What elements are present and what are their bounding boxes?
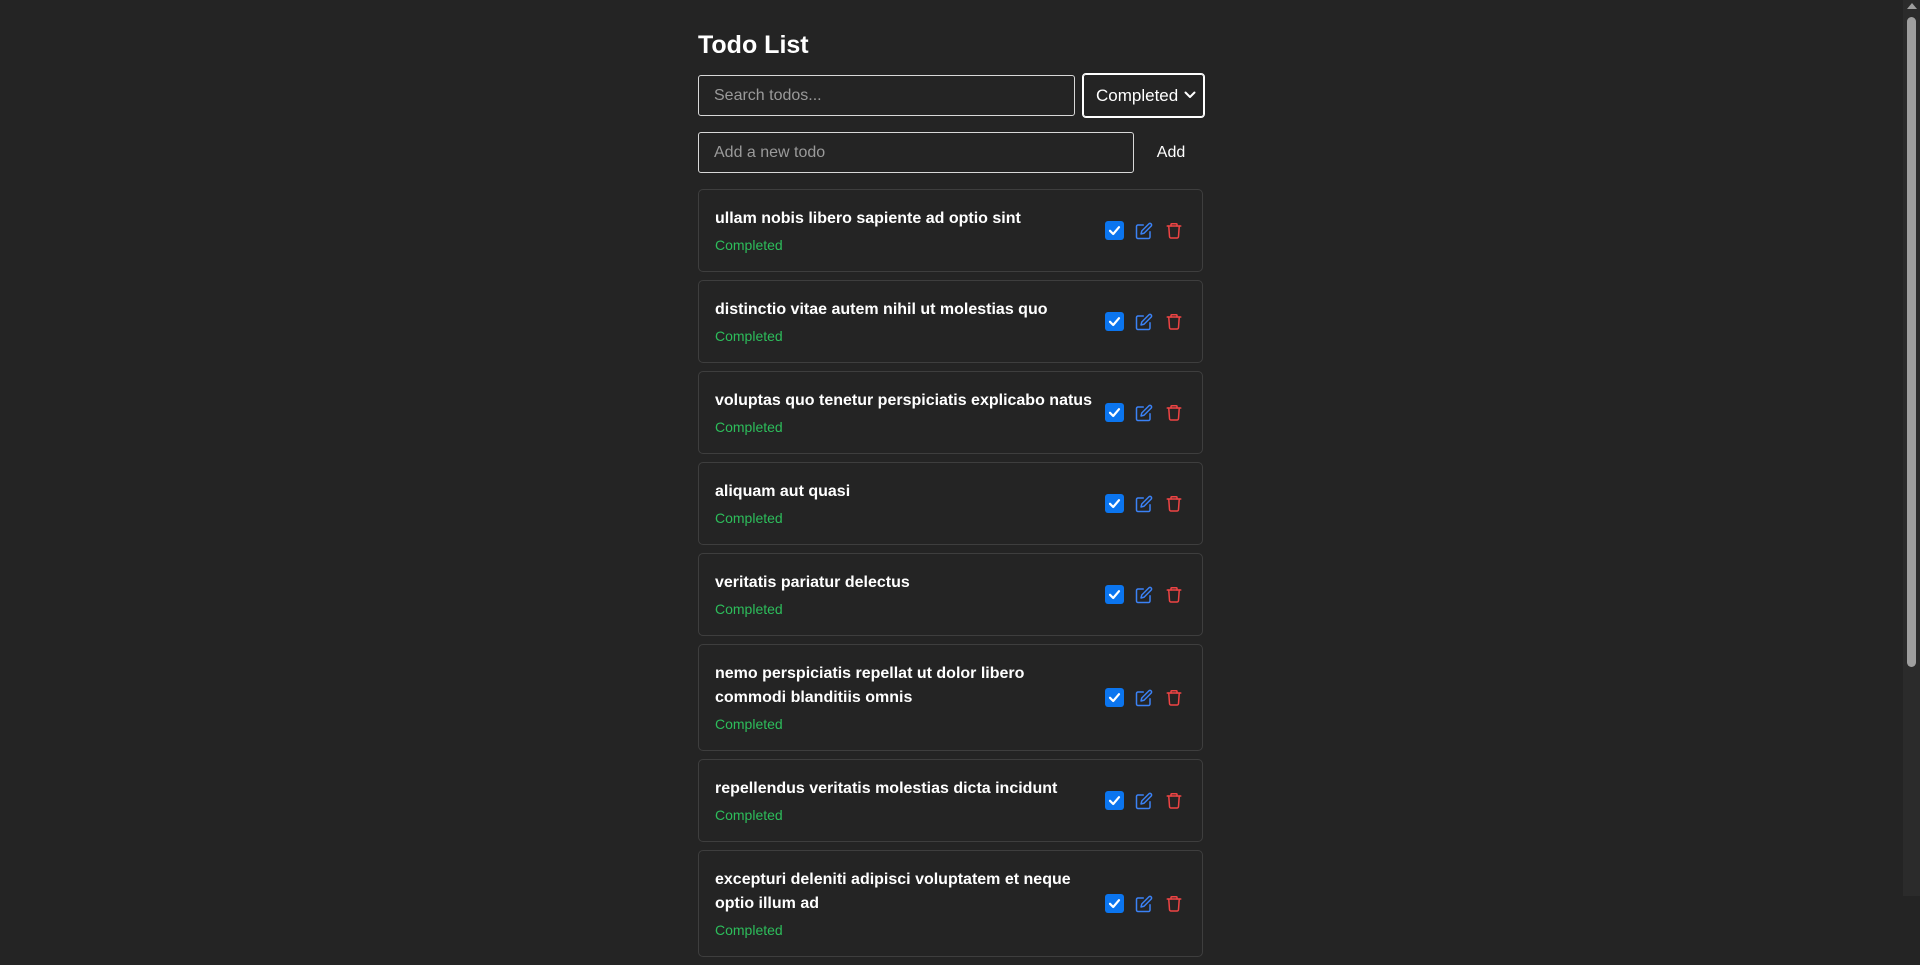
add-button[interactable]: Add [1143, 132, 1199, 173]
todo-list: ullam nobis libero sapiente ad optio sin… [698, 189, 1203, 965]
trash-icon[interactable] [1164, 894, 1184, 914]
todo-text: excepturi deleniti adipisci voluptatem e… [715, 868, 1095, 939]
todo-status: Completed [715, 510, 783, 526]
todo-title: nemo perspiciatis repellat ut dolor libe… [715, 665, 1025, 706]
todo-status: Completed [715, 716, 783, 732]
search-input[interactable] [698, 75, 1075, 116]
todo-text: veritatis pariatur delectus Completed [715, 571, 1095, 618]
todo-item: repellendus veritatis molestias dicta in… [698, 759, 1203, 842]
edit-icon[interactable] [1134, 494, 1154, 514]
todo-text: nemo perspiciatis repellat ut dolor libe… [715, 662, 1095, 733]
todo-title: voluptas quo tenetur perspiciatis explic… [715, 392, 1092, 409]
edit-icon[interactable] [1134, 403, 1154, 423]
todo-title: ullam nobis libero sapiente ad optio sin… [715, 210, 1021, 227]
todo-title: excepturi deleniti adipisci voluptatem e… [715, 871, 1071, 912]
todo-text: voluptas quo tenetur perspiciatis explic… [715, 389, 1095, 436]
todo-actions [1105, 494, 1184, 514]
todo-status: Completed [715, 807, 783, 823]
scrollbar-thumb[interactable] [1907, 17, 1916, 667]
todo-status: Completed [715, 601, 783, 617]
trash-icon[interactable] [1164, 403, 1184, 423]
todo-actions [1105, 585, 1184, 605]
todo-title: aliquam aut quasi [715, 483, 851, 500]
todo-actions [1105, 894, 1184, 914]
todo-text: distinctio vitae autem nihil ut molestia… [715, 298, 1095, 345]
filter-selected-value: Completed [1096, 85, 1179, 105]
todo-status: Completed [715, 419, 783, 435]
trash-icon[interactable] [1164, 312, 1184, 332]
scroll-up-arrow-icon[interactable] [1907, 3, 1917, 9]
todo-checkbox[interactable] [1105, 585, 1124, 604]
edit-icon[interactable] [1134, 791, 1154, 811]
todo-status: Completed [715, 237, 783, 253]
todo-item: ullam nobis libero sapiente ad optio sin… [698, 189, 1203, 272]
chevron-down-icon [1184, 91, 1196, 98]
todo-checkbox[interactable] [1105, 403, 1124, 422]
todo-item: aliquam aut quasi Completed [698, 462, 1203, 545]
todo-checkbox[interactable] [1105, 494, 1124, 513]
todo-text: ullam nobis libero sapiente ad optio sin… [715, 207, 1095, 254]
trash-icon[interactable] [1164, 688, 1184, 708]
edit-icon[interactable] [1134, 221, 1154, 241]
todo-status: Completed [715, 328, 783, 344]
todo-item: excepturi deleniti adipisci voluptatem e… [698, 850, 1203, 957]
trash-icon[interactable] [1164, 791, 1184, 811]
todo-text: repellendus veritatis molestias dicta in… [715, 777, 1095, 824]
trash-icon[interactable] [1164, 221, 1184, 241]
edit-icon[interactable] [1134, 585, 1154, 605]
todo-title: veritatis pariatur delectus [715, 574, 910, 591]
edit-icon[interactable] [1134, 894, 1154, 914]
todo-item: distinctio vitae autem nihil ut molestia… [698, 280, 1203, 363]
todo-checkbox[interactable] [1105, 312, 1124, 331]
todo-item: veritatis pariatur delectus Completed [698, 553, 1203, 636]
page-title: Todo List [698, 31, 809, 59]
todo-actions [1105, 688, 1184, 708]
todo-item: nemo perspiciatis repellat ut dolor libe… [698, 644, 1203, 751]
vertical-scrollbar[interactable] [1903, 0, 1920, 896]
trash-icon[interactable] [1164, 585, 1184, 605]
todo-title: distinctio vitae autem nihil ut molestia… [715, 301, 1048, 318]
todo-actions [1105, 403, 1184, 423]
todo-actions [1105, 791, 1184, 811]
todo-status: Completed [715, 922, 783, 938]
todo-actions [1105, 312, 1184, 332]
trash-icon[interactable] [1164, 494, 1184, 514]
edit-icon[interactable] [1134, 688, 1154, 708]
todo-actions [1105, 221, 1184, 241]
todo-checkbox[interactable] [1105, 791, 1124, 810]
todo-checkbox[interactable] [1105, 688, 1124, 707]
todo-text: aliquam aut quasi Completed [715, 480, 1095, 527]
todo-item: voluptas quo tenetur perspiciatis explic… [698, 371, 1203, 454]
edit-icon[interactable] [1134, 312, 1154, 332]
todo-checkbox[interactable] [1105, 221, 1124, 240]
todo-checkbox[interactable] [1105, 894, 1124, 913]
todo-title: repellendus veritatis molestias dicta in… [715, 780, 1058, 797]
status-filter-select[interactable]: Completed [1082, 73, 1205, 118]
new-todo-input[interactable] [698, 132, 1134, 173]
